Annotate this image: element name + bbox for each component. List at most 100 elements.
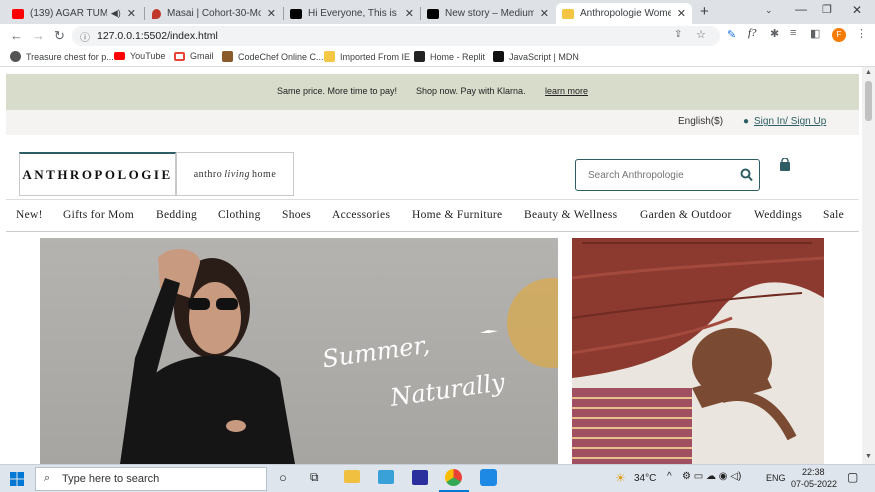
clock-time[interactable]: 22:38 xyxy=(802,467,825,477)
file-explorer-icon[interactable] xyxy=(344,470,360,483)
task-view-icon[interactable]: ⧉ xyxy=(310,470,319,485)
bookmark-label: Home - Replit xyxy=(430,51,486,62)
promo-banner: Same price. More time to pay! Shop now. … xyxy=(6,74,859,110)
nav-item-bedding[interactable]: Bedding xyxy=(156,209,197,221)
nav-item-weddings[interactable]: Weddings xyxy=(754,209,802,221)
sign-in-link[interactable]: Sign In/ Sign Up xyxy=(754,116,826,127)
bookmark-star-icon[interactable]: ☆ xyxy=(696,28,706,41)
clock-date[interactable]: 07-05-2022 xyxy=(791,479,837,489)
nav-item-sale[interactable]: Sale xyxy=(823,209,844,221)
anthropologie-logo[interactable]: ANTHROPOLOGIE xyxy=(19,152,176,196)
temperature[interactable]: 34°C xyxy=(634,473,656,484)
address-bar[interactable]: ⓘ 127.0.0.1:5502/index.html ⇪ ☆ xyxy=(72,26,720,46)
scroll-up-icon[interactable]: ▲ xyxy=(865,69,872,76)
globe-icon xyxy=(10,51,21,62)
language-selector[interactable]: English($) xyxy=(678,116,723,127)
bookmark-item[interactable]: Treasure chest for p... xyxy=(10,51,114,62)
page-scrollbar[interactable]: ▲ ▼ xyxy=(862,67,875,464)
weather-icon[interactable]: ☀ xyxy=(615,471,626,485)
tab-title: Masai | Cohort-30-Modul xyxy=(167,8,261,19)
bookmark-item[interactable]: Imported From IE xyxy=(324,51,410,62)
learn-more-link[interactable]: learn more xyxy=(545,86,588,96)
close-tab-icon[interactable]: ✕ xyxy=(677,7,686,20)
restore-icon[interactable]: ❐ xyxy=(822,3,832,16)
notification-icon[interactable]: ▢ xyxy=(847,470,858,484)
bookmark-item[interactable]: Home - Replit xyxy=(414,51,485,62)
nav-item-shoes[interactable]: Shoes xyxy=(282,209,311,221)
browser-tab[interactable]: (139) AGAR TUM SAA ◀) ✕ xyxy=(6,3,142,24)
close-tab-icon[interactable]: ✕ xyxy=(540,7,549,20)
scroll-down-icon[interactable]: ▼ xyxy=(865,453,872,460)
browser-tab[interactable]: Hi Everyone, This is our fi ✕ xyxy=(284,3,420,24)
search-icon[interactable] xyxy=(740,168,753,182)
nav-item-home-furniture[interactable]: Home & Furniture xyxy=(412,209,502,221)
hero-image-sunhat[interactable] xyxy=(572,238,824,464)
language-indicator[interactable]: ENG xyxy=(766,473,786,483)
bookmark-label: Gmail xyxy=(190,51,214,61)
search-input[interactable] xyxy=(588,168,728,183)
taskbar-search[interactable]: ⌕ Type here to search xyxy=(35,467,267,491)
search-box[interactable] xyxy=(575,159,760,191)
nav-item-gifts[interactable]: Gifts for Mom xyxy=(63,209,134,221)
reading-list-icon[interactable]: ≡ xyxy=(790,27,796,39)
side-panel-icon[interactable]: ◧ xyxy=(810,27,820,40)
tray-icons[interactable]: ⚙ ▭ ☁ ◉ ◁) xyxy=(682,471,741,482)
browser-tab[interactable]: New story – Medium ✕ xyxy=(421,3,555,24)
forward-icon[interactable]: → xyxy=(32,28,45,43)
formula-extension-icon[interactable]: f? xyxy=(748,27,757,39)
windows-start-icon[interactable] xyxy=(10,472,24,486)
home-logo-prefix: anthro xyxy=(193,168,223,180)
browser-tab-strip: (139) AGAR TUM SAA ◀) ✕ Masai | Cohort-3… xyxy=(0,0,875,24)
gmail-icon xyxy=(174,51,185,61)
info-icon[interactable]: ⓘ xyxy=(80,29,90,44)
extension-pen-icon[interactable]: ✎ xyxy=(727,28,736,41)
reload-icon[interactable]: ↻ xyxy=(54,28,65,44)
minimize-icon[interactable]: — xyxy=(795,2,807,16)
chevron-up-icon[interactable]: ^ xyxy=(667,471,672,482)
close-tab-icon[interactable]: ✕ xyxy=(267,7,276,20)
share-icon[interactable]: ⇪ xyxy=(674,29,682,40)
anthropologie-icon xyxy=(562,8,574,19)
close-window-icon[interactable]: ✕ xyxy=(852,3,862,17)
extensions-puzzle-icon[interactable]: ✱ xyxy=(770,27,779,40)
nav-item-accessories[interactable]: Accessories xyxy=(332,209,390,221)
browser-tab[interactable]: Masai | Cohort-30-Modul ✕ xyxy=(146,3,282,24)
shopping-bag-icon[interactable] xyxy=(779,158,791,172)
anthro-living-home-logo[interactable]: anthro living home xyxy=(176,152,294,196)
chrome-icon[interactable] xyxy=(445,469,462,486)
nav-item-beauty-wellness[interactable]: Beauty & Wellness xyxy=(524,209,617,221)
windows-taskbar: ⌕ Type here to search ○ ⧉ ☀ 34°C ^ ⚙ ▭ ☁… xyxy=(0,464,875,492)
browser-tab-active[interactable]: Anthropologie Women's ✕ xyxy=(556,3,692,24)
tab-title: Anthropologie Women's xyxy=(580,8,671,19)
vscode-icon[interactable] xyxy=(480,469,497,486)
app-icon[interactable] xyxy=(412,470,428,485)
home-logo-script: living xyxy=(224,168,251,180)
tab-title: (139) AGAR TUM SAA xyxy=(30,8,107,19)
app-icon[interactable] xyxy=(378,470,394,484)
speaker-icon[interactable]: ◀) xyxy=(111,8,121,19)
codechef-icon xyxy=(222,51,233,62)
home-logo-suffix: home xyxy=(252,168,277,180)
mdn-icon xyxy=(493,51,504,62)
tab-search-icon[interactable]: ⌄ xyxy=(765,5,773,16)
nav-item-new[interactable]: New! xyxy=(16,209,43,221)
cortana-icon[interactable]: ○ xyxy=(279,470,287,485)
bookmark-item[interactable]: YouTube xyxy=(114,51,165,61)
menu-kebab-icon[interactable]: ⋮ xyxy=(856,27,867,40)
profile-avatar[interactable]: F xyxy=(832,28,846,42)
folder-icon xyxy=(324,51,335,62)
bookmark-item[interactable]: JavaScript | MDN xyxy=(493,51,579,62)
hero-image-summer[interactable]: Summer, Naturally xyxy=(40,238,558,464)
scrollbar-thumb[interactable] xyxy=(865,81,872,121)
close-tab-icon[interactable]: ✕ xyxy=(127,7,136,20)
bookmark-item[interactable]: Gmail xyxy=(174,51,214,61)
taskbar-search-placeholder: Type here to search xyxy=(62,473,160,485)
new-tab-icon[interactable]: + xyxy=(700,3,709,20)
nav-item-clothing[interactable]: Clothing xyxy=(218,209,261,221)
nav-item-garden-outdoor[interactable]: Garden & Outdoor xyxy=(640,209,732,221)
browser-toolbar: ← → ↻ ⓘ 127.0.0.1:5502/index.html ⇪ ☆ ✎ … xyxy=(0,24,875,48)
masai-icon xyxy=(152,8,161,19)
close-tab-icon[interactable]: ✕ xyxy=(405,7,414,20)
bookmark-item[interactable]: CodeChef Online C... xyxy=(222,51,324,62)
back-icon[interactable]: ← xyxy=(10,28,23,43)
